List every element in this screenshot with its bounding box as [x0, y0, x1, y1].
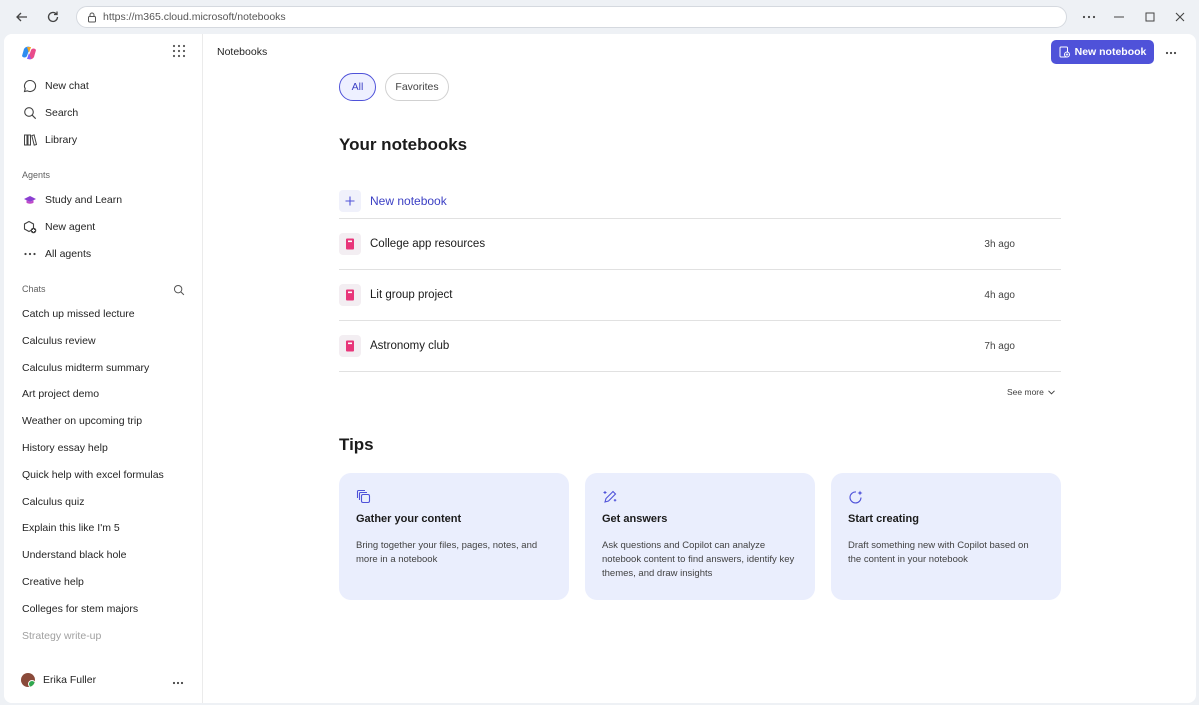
notebooks-heading: Your notebooks [339, 135, 468, 154]
main-content: Notebooks New notebook All Favorites You… [204, 34, 1196, 703]
sidebar-item-label: New chat [45, 80, 89, 92]
sidebar-item-all-agents[interactable]: All agents [18, 242, 194, 266]
back-arrow-icon[interactable] [12, 7, 32, 27]
new-notebook-row-label: New notebook [370, 193, 447, 208]
browser-menu-icon[interactable] [1079, 7, 1099, 27]
sidebar-item-study-and-learn[interactable]: Study and Learn [18, 188, 194, 212]
sidebar-item-library[interactable]: Library [18, 128, 194, 152]
tip-card-creating: Start creating Draft something new with … [831, 473, 1061, 600]
sidebar: New chat Search Library Agents Study and… [4, 34, 203, 703]
chat-list-item[interactable]: Understand black hole [22, 549, 126, 561]
chat-list-item[interactable]: Strategy write-up [22, 630, 101, 642]
notebook-title: Lit group project [370, 289, 453, 301]
chat-list-item[interactable]: Catch up missed lecture [22, 308, 135, 320]
new-notebook-button-label: New notebook [1074, 46, 1147, 58]
new-notebook-icon [1059, 46, 1070, 58]
notebook-timestamp: 7h ago [984, 340, 1015, 352]
tip-title: Get answers [602, 513, 668, 525]
app-launcher-icon[interactable] [172, 44, 186, 58]
refresh-icon[interactable] [43, 7, 63, 27]
maximize-icon[interactable] [1140, 7, 1160, 27]
chat-list-item[interactable]: Creative help [22, 576, 84, 588]
sparkle-loop-icon [848, 489, 864, 505]
profile-more-icon[interactable] [172, 674, 184, 688]
graduation-cap-icon [22, 192, 38, 208]
sidebar-item-label: New agent [45, 221, 96, 233]
tip-title: Gather your content [356, 513, 462, 525]
see-more-label: See more [1007, 387, 1044, 397]
sidebar-item-label: All agents [45, 248, 92, 260]
minimize-icon[interactable] [1109, 7, 1129, 27]
filter-all[interactable]: All [339, 73, 376, 101]
tip-description: Ask questions and Copilot can analyze no… [602, 540, 795, 579]
chat-list-item[interactable]: Quick help with excel formulas [22, 469, 164, 481]
pen-sparkle-icon [602, 489, 618, 505]
notebook-row[interactable]: Lit group project 4h ago [339, 270, 1061, 321]
chat-list-item[interactable]: Explain this like I'm 5 [22, 522, 120, 534]
sidebar-item-label: Search [45, 107, 79, 119]
lock-icon [88, 12, 96, 22]
chat-list-item[interactable]: Calculus midterm summary [22, 362, 149, 374]
breadcrumb: Notebooks [217, 46, 268, 58]
chats-section-label: Chats [22, 284, 46, 294]
chat-list-item[interactable]: Art project demo [22, 388, 99, 400]
user-name: Erika Fuller [43, 674, 97, 686]
library-icon [22, 132, 38, 148]
tip-description: Bring together your files, pages, notes,… [356, 540, 538, 565]
browser-chrome: https://m365.cloud.microsoft/notebooks [0, 0, 1199, 34]
notebook-row[interactable]: Astronomy club 7h ago [339, 321, 1061, 372]
chat-list-item[interactable]: Weather on upcoming trip [22, 415, 142, 427]
add-agent-icon [22, 219, 38, 235]
plus-icon [339, 189, 361, 212]
more-dots-icon [22, 246, 38, 262]
tip-description: Draft something new with Copilot based o… [848, 540, 1029, 565]
chats-search-icon[interactable] [173, 283, 187, 297]
sidebar-item-new-chat[interactable]: New chat [18, 74, 194, 98]
filter-favorites[interactable]: Favorites [385, 73, 449, 101]
agents-section-label: Agents [22, 170, 51, 180]
user-profile[interactable]: Erika Fuller [21, 673, 96, 687]
sidebar-item-search[interactable]: Search [18, 101, 194, 125]
new-notebook-row[interactable]: New notebook [339, 183, 1061, 219]
notebook-title: College app resources [370, 238, 486, 250]
more-options-icon[interactable] [1165, 44, 1177, 58]
copilot-logo-icon[interactable] [21, 45, 37, 61]
avatar [21, 673, 35, 687]
address-bar[interactable]: https://m365.cloud.microsoft/notebooks [76, 6, 1067, 28]
notebook-row[interactable]: College app resources 3h ago [339, 219, 1061, 270]
notebook-timestamp: 3h ago [984, 238, 1015, 250]
notebook-icon [339, 284, 361, 306]
stack-icon [356, 489, 372, 505]
chat-bubble-icon [22, 78, 38, 94]
chat-list-item[interactable]: Calculus review [22, 335, 96, 347]
sidebar-item-label: Library [45, 134, 78, 146]
chat-list-item[interactable]: Calculus quiz [22, 496, 84, 508]
close-icon[interactable] [1170, 7, 1190, 27]
notebook-title: Astronomy club [370, 340, 450, 352]
tip-title: Start creating [848, 513, 919, 525]
sidebar-item-new-agent[interactable]: New agent [18, 215, 194, 239]
see-more-button[interactable]: See more [1007, 387, 1055, 397]
chevron-down-icon [1048, 389, 1055, 395]
notebook-timestamp: 4h ago [984, 289, 1015, 301]
app-window: New chat Search Library Agents Study and… [4, 34, 1196, 703]
notebook-icon [339, 233, 361, 255]
tip-card-answers: Get answers Ask questions and Copilot ca… [585, 473, 815, 600]
url-text: https://m365.cloud.microsoft/notebooks [103, 11, 286, 23]
chat-list-item[interactable]: History essay help [22, 442, 108, 454]
notebook-icon [339, 335, 361, 357]
chat-list-item[interactable]: Colleges for stem majors [22, 603, 138, 615]
new-notebook-button[interactable]: New notebook [1051, 40, 1154, 64]
search-icon [22, 105, 38, 121]
sidebar-item-label: Study and Learn [45, 194, 123, 206]
tip-card-gather: Gather your content Bring together your … [339, 473, 569, 600]
tips-heading: Tips [339, 435, 374, 454]
